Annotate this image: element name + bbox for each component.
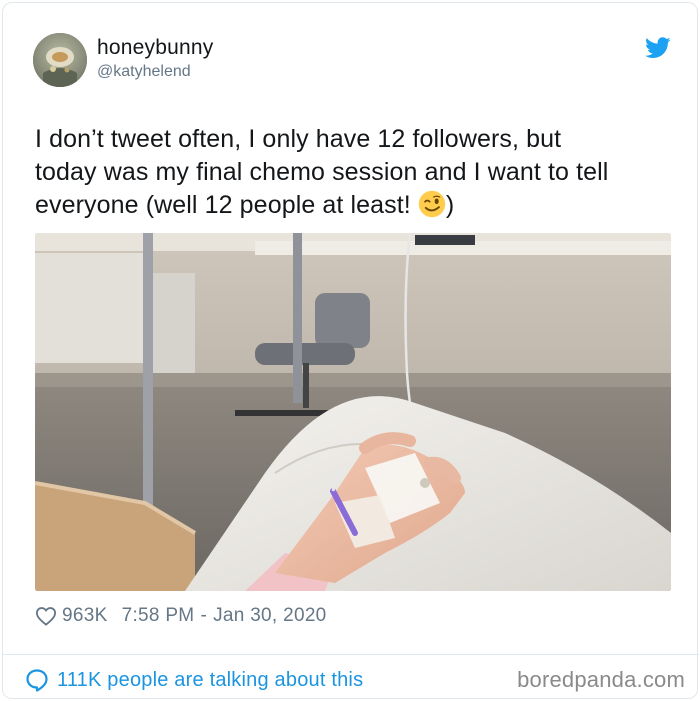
watermark: boredpanda.com — [517, 667, 685, 692]
tweet-text-line: today was my final chemo session and I w… — [35, 158, 609, 186]
user-names: honeybunny @katyhelend — [97, 35, 213, 83]
heart-icon[interactable] — [35, 606, 57, 626]
twitter-bird-icon[interactable] — [645, 37, 671, 59]
conversation-link[interactable]: 111K people are talking about this — [25, 668, 363, 692]
tweet-body[interactable]: honeybunny @katyhelend I don’t tweet oft… — [3, 3, 699, 653]
winking-face-emoji-icon — [418, 190, 446, 218]
photo-hospital-hand-iv — [35, 233, 671, 591]
tweet-photo[interactable] — [35, 233, 671, 591]
tweet-text-segment: ) — [445, 191, 455, 219]
tweet-date[interactable]: Jan 30, 2020 — [213, 605, 326, 627]
tweet-meta: 963K 7:58 PM - Jan 30, 2020 — [35, 603, 327, 629]
tweet-text-line: everyone (well 12 people at least! ) — [35, 189, 675, 222]
tweet-header: honeybunny @katyhelend — [33, 33, 673, 89]
avatar-image — [33, 33, 87, 87]
tweet-footer: 111K people are talking about this bored… — [25, 663, 685, 697]
tweet-card: honeybunny @katyhelend I don’t tweet oft… — [2, 2, 699, 699]
like-count[interactable]: 963K — [62, 605, 108, 627]
speech-bubble-icon — [26, 669, 48, 692]
meta-separator: - — [200, 605, 208, 626]
tweet-time[interactable]: 7:58 PM — [122, 605, 195, 627]
tweet-text-segment: everyone (well 12 people at least! — [35, 191, 418, 219]
tweet-text-line: I don’t tweet often, I only have 12 foll… — [35, 125, 562, 153]
avatar[interactable] — [33, 33, 87, 87]
conversation-text[interactable]: 111K people are talking about this — [57, 669, 363, 692]
tweet-text: I don’t tweet often, I only have 12 foll… — [35, 123, 675, 222]
user-handle[interactable]: @katyhelend — [97, 61, 213, 83]
display-name[interactable]: honeybunny — [97, 35, 213, 61]
divider — [3, 654, 699, 655]
